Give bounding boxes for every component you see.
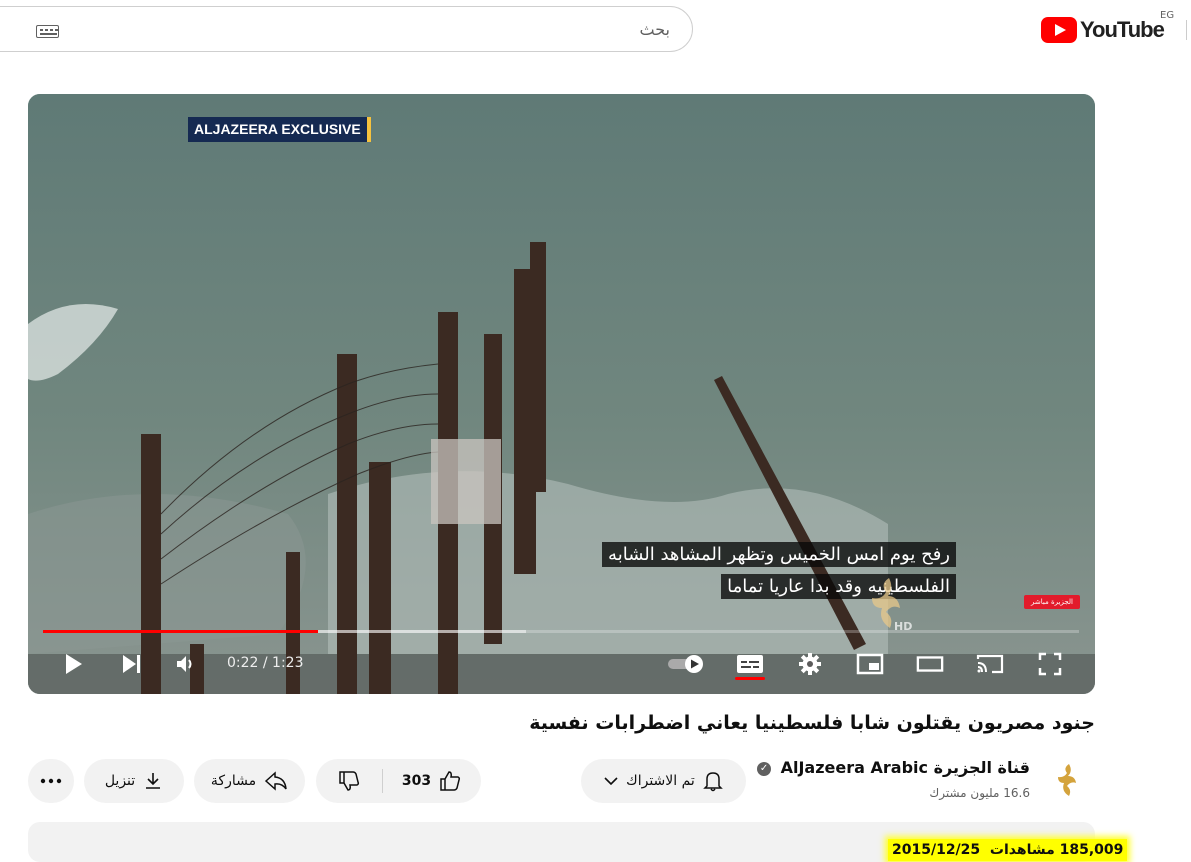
video-frame — [28, 94, 1095, 694]
thumbs-down-icon — [339, 771, 360, 791]
progress-played — [43, 630, 318, 633]
theater-icon — [916, 656, 944, 672]
fullscreen-button[interactable] — [1036, 650, 1064, 678]
volume-icon — [177, 656, 192, 672]
channel-name-latin: AlJazeera Arabic — [780, 758, 928, 777]
cast-icon — [976, 654, 1004, 674]
description-meta: 185,009 مشاهدات 2015/12/25 — [888, 839, 1128, 861]
chevron-down-icon — [604, 777, 618, 786]
autoplay-toggle[interactable] — [666, 650, 708, 678]
like-button[interactable]: 303 — [382, 759, 481, 803]
subtitles-icon — [737, 655, 763, 673]
theater-mode-button[interactable] — [916, 650, 944, 678]
like-count: 303 — [401, 773, 432, 789]
play-button[interactable] — [58, 650, 86, 678]
play-icon — [66, 654, 82, 674]
time-display: 0:22 / 1:23 — [227, 655, 304, 671]
miniplayer-icon — [856, 653, 884, 675]
keyboard-icon[interactable] — [36, 25, 59, 38]
like-dislike-group: 303 — [316, 759, 481, 803]
share-icon — [264, 771, 287, 791]
aljazeera-logo-icon — [1058, 764, 1076, 796]
bell-icon — [703, 772, 723, 792]
autoplay-icon — [668, 655, 703, 673]
view-count: 185,009 مشاهدات — [989, 842, 1124, 858]
next-icon — [123, 655, 140, 673]
divider — [1186, 20, 1191, 40]
like-divider — [382, 769, 383, 793]
cast-button[interactable] — [976, 650, 1004, 678]
subtitles-button[interactable] — [736, 650, 764, 678]
live-channel-tag: الجزيرة مباشر — [1024, 595, 1080, 609]
gear-icon — [799, 653, 821, 675]
fullscreen-icon — [1038, 652, 1062, 676]
share-button[interactable]: مشاركة — [194, 759, 305, 803]
video-title: جنود مصريون يقتلون شابا فلسطينيا يعاني ا… — [529, 712, 1095, 734]
youtube-play-icon — [1041, 17, 1077, 43]
channel-name[interactable]: قناة الجزيرة AlJazeera Arabic ✓ — [757, 758, 1030, 777]
more-actions-button[interactable] — [28, 759, 74, 803]
download-label: تنزيل — [104, 773, 136, 789]
youtube-logo[interactable]: YouTube — [1041, 15, 1165, 45]
exclusive-badge: ALJAZEERA EXCLUSIVE — [188, 117, 371, 142]
settings-button[interactable] — [796, 650, 824, 678]
progress-bar[interactable] — [43, 630, 1079, 633]
upload-date: 2015/12/25 — [892, 842, 981, 858]
share-label: مشاركة — [210, 773, 257, 789]
subscriber-count: 16.6 مليون مشترك — [929, 786, 1030, 800]
next-button[interactable] — [117, 650, 145, 678]
more-horizontal-icon — [40, 778, 62, 784]
mute-button[interactable] — [172, 650, 200, 678]
description-box[interactable]: 185,009 مشاهدات 2015/12/25 — [28, 822, 1128, 862]
channel-avatar[interactable] — [1049, 760, 1089, 800]
subtitles-active-indicator — [735, 677, 765, 680]
video-player[interactable]: ALJAZEERA EXCLUSIVE رفح يوم امس الخميس و… — [28, 94, 1095, 694]
player-controls: 0:22 / 1:23 — [28, 642, 1095, 686]
search-placeholder: بحث — [639, 20, 671, 39]
channel-name-arabic: قناة الجزيرة — [933, 758, 1030, 777]
youtube-wordmark: YouTube — [1080, 17, 1165, 42]
region-code: EG — [1160, 10, 1175, 21]
subscribe-label: تم الاشتراك — [626, 773, 695, 789]
search-input[interactable]: بحث — [0, 6, 693, 52]
download-button[interactable]: تنزيل — [84, 759, 184, 803]
masthead: بحث YouTube EG — [0, 0, 1191, 60]
thumbs-up-icon — [440, 771, 461, 791]
miniplayer-button[interactable] — [856, 650, 884, 678]
dislike-button[interactable] — [316, 759, 382, 803]
verified-check-icon: ✓ — [757, 761, 772, 776]
subscribe-button[interactable]: تم الاشتراك — [581, 759, 746, 803]
download-icon — [146, 773, 161, 789]
